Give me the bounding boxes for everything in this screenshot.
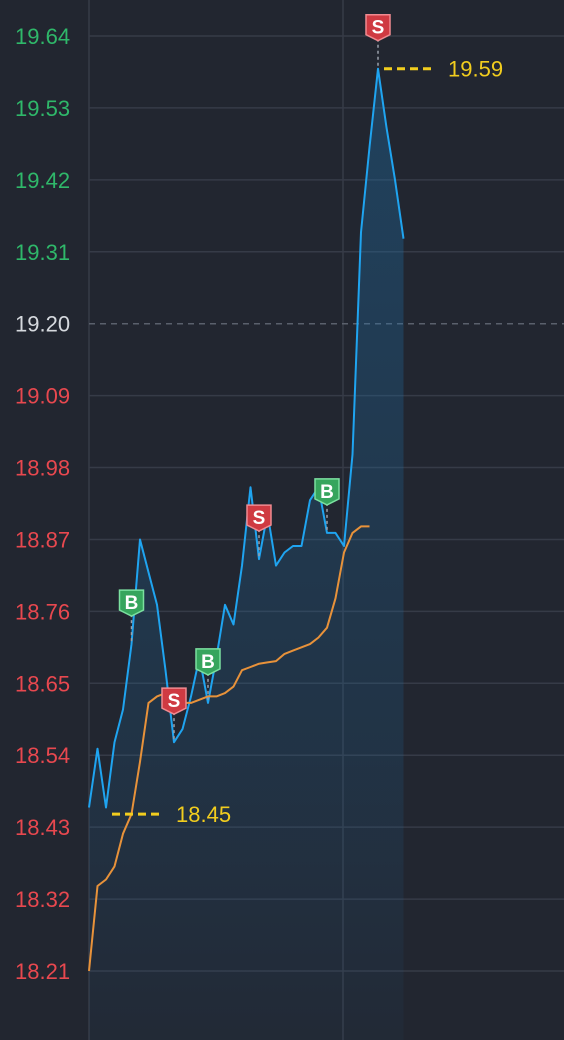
y-tick-label: 19.09 [15, 384, 70, 409]
y-tick-label: 18.21 [15, 959, 70, 984]
marker-label: B [125, 593, 139, 614]
price-area [89, 68, 404, 1040]
y-tick-label: 19.42 [15, 168, 70, 193]
marker-label: S [253, 508, 266, 529]
y-tick-label: 18.32 [15, 887, 70, 912]
y-tick-label: 18.76 [15, 599, 70, 624]
y-tick-label: 19.53 [15, 96, 70, 121]
annotation-label: 18.45 [176, 802, 231, 827]
annotation-label: 19.59 [448, 57, 503, 82]
marker-label: B [201, 652, 215, 673]
marker-label: S [372, 18, 385, 39]
y-tick-label: 18.43 [15, 815, 70, 840]
marker-label: S [168, 691, 181, 712]
chart-canvas: 19.64 19.53 19.42 19.31 19.20 19.09 18.98 18.87… [15, 0, 564, 1040]
y-tick-label: 18.98 [15, 456, 70, 481]
y-tick-label: 18.65 [15, 671, 70, 696]
y-tick-label: 19.64 [15, 24, 70, 49]
price-chart: 19.64 19.53 19.42 19.31 19.20 19.09 18.98 18.87… [0, 0, 564, 1040]
marker-label: B [320, 482, 334, 503]
y-tick-label: 18.87 [15, 527, 70, 552]
y-tick-label: 18.54 [15, 743, 70, 768]
y-tick-label: 19.20 [15, 312, 70, 337]
y-tick-label: 19.31 [15, 240, 70, 265]
